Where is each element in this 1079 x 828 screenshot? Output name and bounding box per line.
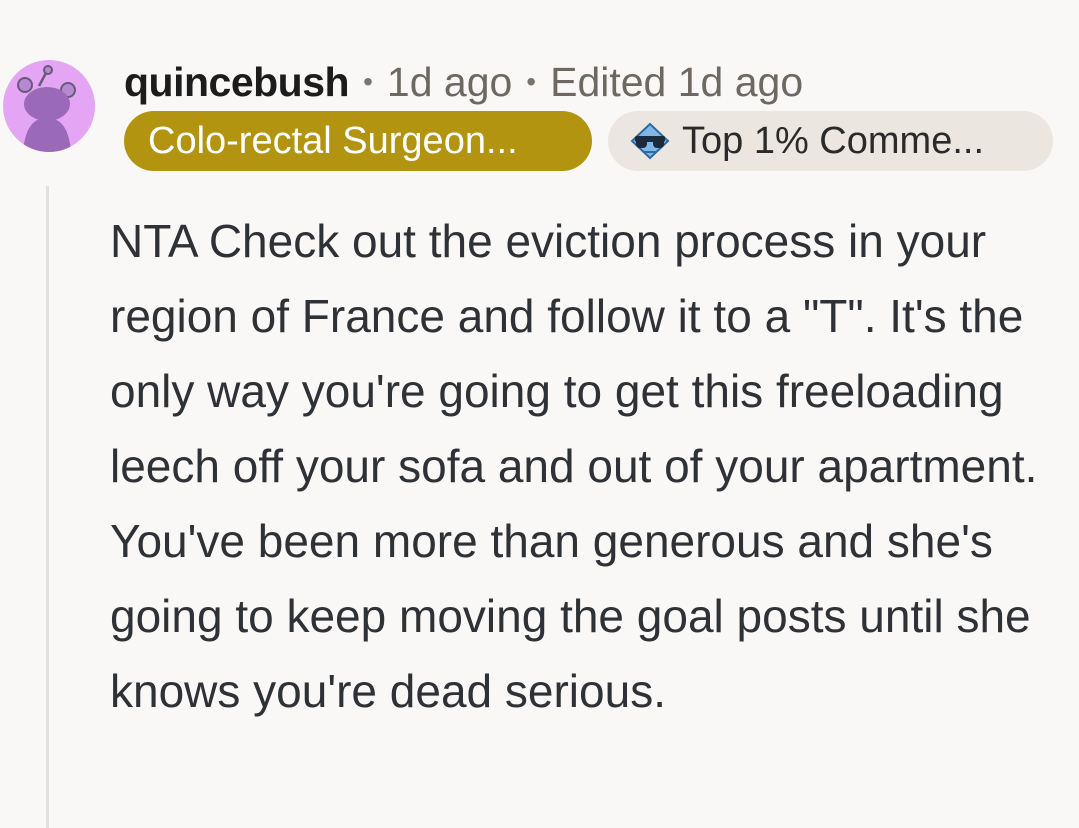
achievement-flair-label: Top 1% Comme...: [682, 119, 984, 162]
edited-label: Edited 1d ago: [550, 58, 804, 105]
separator-dot: •: [363, 66, 373, 97]
comment-meta: quincebush • 1d ago • Edited 1d ago: [124, 56, 803, 108]
flair-row: Colo-rectal Surgeon... Top 1% Comme...: [124, 111, 1053, 171]
snoo-avatar-icon: [17, 65, 76, 152]
username[interactable]: quincebush: [124, 59, 350, 106]
achievement-flair[interactable]: Top 1% Comme...: [608, 111, 1053, 171]
sunglasses-badge-icon: [630, 122, 670, 160]
comment-body: NTA Check out the eviction process in yo…: [110, 215, 1038, 717]
thread-line[interactable]: [46, 186, 49, 828]
timestamp: 1d ago: [386, 58, 513, 105]
avatar[interactable]: [3, 60, 95, 152]
separator-dot: •: [526, 66, 537, 97]
user-flair[interactable]: Colo-rectal Surgeon...: [124, 111, 592, 171]
